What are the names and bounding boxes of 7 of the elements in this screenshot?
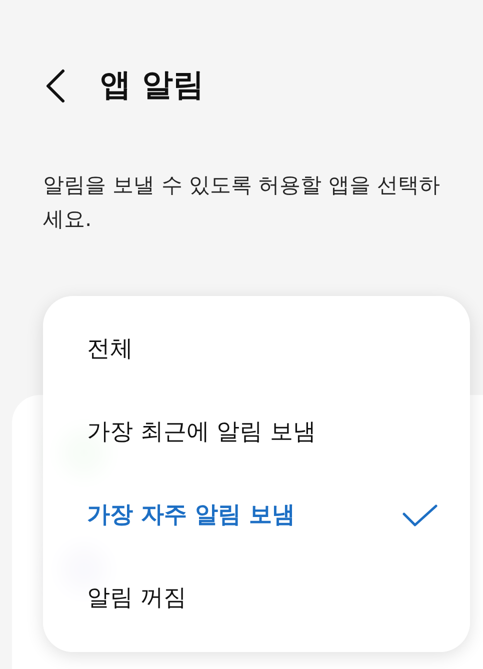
menu-item[interactable]: 전체 bbox=[43, 322, 470, 377]
menu-item[interactable]: 알림 꺼짐 bbox=[43, 571, 470, 626]
menu-item[interactable]: 가장 자주 알림 보냄 bbox=[43, 488, 470, 543]
menu-item[interactable]: 가장 최근에 알림 보냄 bbox=[43, 405, 470, 460]
check-icon bbox=[402, 504, 438, 528]
description-text: 알림을 보낼 수 있도록 허용할 앱을 선택하세요. bbox=[43, 172, 442, 233]
page-title: 앱 알림 bbox=[100, 67, 204, 105]
